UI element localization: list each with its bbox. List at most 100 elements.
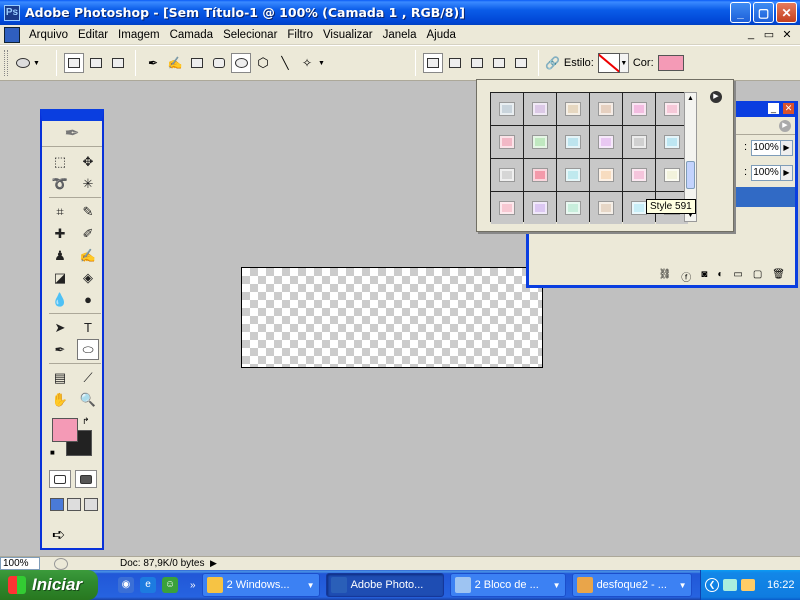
internet-explorer-icon[interactable]: e bbox=[140, 577, 156, 593]
ellipse-tool-icon[interactable]: ⬭ bbox=[77, 339, 99, 360]
quick-launch-app-icon[interactable]: ◉ bbox=[118, 577, 134, 593]
adjustment-layer-icon[interactable]: ◐ bbox=[717, 269, 723, 283]
maximize-button[interactable]: ▢ bbox=[753, 2, 774, 23]
doc-restore-button[interactable]: ▭ bbox=[762, 28, 776, 41]
menu-janela[interactable]: Janela bbox=[378, 29, 422, 41]
taskbar-task-button[interactable]: Adobe Photo... bbox=[325, 573, 444, 597]
exclude-shape-button[interactable] bbox=[511, 53, 531, 73]
crop-tool-icon[interactable]: ⌗ bbox=[49, 201, 71, 222]
fill-input[interactable]: 100% bbox=[751, 165, 781, 181]
messenger-icon[interactable]: ☺ bbox=[162, 577, 178, 593]
foreground-color[interactable] bbox=[52, 418, 78, 442]
style-swatch-cell[interactable] bbox=[557, 192, 589, 224]
style-swatch-cell[interactable] bbox=[524, 159, 556, 191]
menu-camada[interactable]: Camada bbox=[165, 29, 218, 41]
swap-colors-icon[interactable]: ↱ bbox=[82, 416, 90, 427]
style-swatch-cell[interactable] bbox=[557, 159, 589, 191]
standard-mode-button[interactable] bbox=[49, 470, 71, 488]
history-brush-tool-icon[interactable]: ✍ bbox=[77, 245, 99, 266]
style-swatch-cell[interactable] bbox=[491, 192, 523, 224]
start-button[interactable]: Iniciar bbox=[0, 570, 98, 600]
pen-tool-icon[interactable]: ✒ bbox=[49, 339, 71, 360]
menu-selecionar[interactable]: Selecionar bbox=[218, 29, 282, 41]
ellipse-button[interactable] bbox=[231, 53, 251, 73]
fill-arrow-icon[interactable]: ▶ bbox=[781, 165, 793, 181]
color-swatch[interactable] bbox=[657, 55, 684, 71]
add-shape-button[interactable] bbox=[445, 53, 465, 73]
options-grip[interactable] bbox=[4, 50, 8, 76]
document-canvas[interactable] bbox=[241, 267, 543, 368]
marquee-tool-icon[interactable]: ⬚ bbox=[49, 151, 71, 172]
scroll-up-icon[interactable]: ▲ bbox=[685, 93, 696, 104]
move-tool-icon[interactable]: ✥ bbox=[77, 151, 99, 172]
eraser-tool-icon[interactable]: ◪ bbox=[49, 267, 71, 288]
feather-logo-icon[interactable]: ✒ bbox=[42, 121, 102, 147]
new-layer-icon[interactable]: ▢ bbox=[753, 269, 762, 283]
full-screen-button[interactable] bbox=[84, 498, 98, 511]
style-swatch-cell[interactable] bbox=[524, 126, 556, 158]
style-swatch-cell[interactable] bbox=[491, 126, 523, 158]
new-group-icon[interactable]: ▭ bbox=[733, 269, 742, 283]
clone-stamp-tool-icon[interactable]: ♟ bbox=[49, 245, 71, 266]
paint-bucket-tool-icon[interactable]: ◈ bbox=[77, 267, 99, 288]
rounded-rectangle-button[interactable] bbox=[209, 53, 229, 73]
line-button[interactable]: ╲ bbox=[275, 53, 295, 73]
custom-shape-button[interactable]: ✧ bbox=[297, 53, 317, 73]
lasso-tool-icon[interactable]: ➰ bbox=[49, 173, 71, 194]
layer-mask-icon[interactable]: ◙ bbox=[701, 269, 707, 283]
shape-layers-button[interactable] bbox=[64, 53, 84, 73]
scroll-thumb[interactable] bbox=[686, 161, 695, 189]
taskbar-task-button[interactable]: desfoque2 - ... ▼ bbox=[571, 573, 692, 597]
polygon-button[interactable]: ⬡ bbox=[253, 53, 273, 73]
slice-tool-icon[interactable]: ✎ bbox=[77, 201, 99, 222]
default-colors-icon[interactable]: ■ bbox=[50, 448, 55, 457]
freeform-pen-button[interactable]: ✍ bbox=[165, 53, 185, 73]
brush-tool-icon[interactable]: ✐ bbox=[77, 223, 99, 244]
menu-filtro[interactable]: Filtro bbox=[282, 29, 318, 41]
hand-tool-icon[interactable]: ✋ bbox=[49, 389, 71, 410]
menu-imagem[interactable]: Imagem bbox=[113, 29, 165, 41]
custom-shape-dropdown-icon[interactable]: ▼ bbox=[318, 60, 325, 67]
notes-tool-icon[interactable]: ▤ bbox=[49, 367, 71, 388]
create-new-shape-button[interactable] bbox=[422, 53, 443, 73]
opacity-arrow-icon[interactable]: ▶ bbox=[781, 140, 793, 156]
eyedropper-tool-icon[interactable]: ⟋ bbox=[77, 367, 99, 388]
paths-button[interactable] bbox=[86, 53, 106, 73]
doc-minimize-button[interactable]: _ bbox=[744, 28, 758, 41]
doc-close-button[interactable]: ✕ bbox=[780, 28, 794, 41]
document-icon[interactable] bbox=[4, 26, 20, 43]
layer-style-icon[interactable]: ⓕ bbox=[681, 269, 691, 284]
layers-close-button[interactable]: ✕ bbox=[782, 102, 795, 115]
menu-visualizar[interactable]: Visualizar bbox=[318, 29, 378, 41]
intersect-shape-button[interactable] bbox=[489, 53, 509, 73]
tool-preset-picker[interactable]: ▼ bbox=[16, 52, 50, 74]
opacity-input[interactable]: 100% bbox=[751, 140, 781, 156]
style-swatch-cell[interactable] bbox=[557, 93, 589, 125]
blur-tool-icon[interactable]: 💧 bbox=[49, 289, 71, 310]
menu-ajuda[interactable]: Ajuda bbox=[422, 29, 461, 41]
rectangle-button[interactable] bbox=[187, 53, 207, 73]
trash-icon[interactable]: 🗑 bbox=[772, 269, 785, 283]
full-screen-menu-button[interactable] bbox=[67, 498, 81, 511]
minimize-button[interactable]: _ bbox=[730, 2, 751, 23]
style-swatch-cell[interactable] bbox=[491, 93, 523, 125]
fill-pixels-button[interactable] bbox=[108, 53, 128, 73]
style-swatch-cell[interactable] bbox=[524, 192, 556, 224]
style-swatch-cell[interactable] bbox=[491, 159, 523, 191]
style-swatch-cell[interactable] bbox=[623, 126, 655, 158]
taskbar-task-button[interactable]: 2 Windows... ▼ bbox=[201, 573, 320, 597]
menu-editar[interactable]: Editar bbox=[73, 29, 113, 41]
zoom-tool-icon[interactable]: 🔍 bbox=[77, 389, 99, 410]
network-icon[interactable] bbox=[723, 579, 737, 591]
menu-arquivo[interactable]: Arquivo bbox=[24, 29, 73, 41]
layers-menu-icon[interactable]: ▶ bbox=[779, 120, 791, 132]
pen-button[interactable]: ✒ bbox=[143, 53, 163, 73]
link-layers-icon[interactable]: ⛓ bbox=[659, 269, 672, 283]
photoshop-app-icon[interactable]: Ps bbox=[4, 4, 20, 21]
style-swatch-cell[interactable] bbox=[557, 126, 589, 158]
style-swatch-cell[interactable] bbox=[590, 192, 622, 224]
style-swatch-cell[interactable] bbox=[623, 159, 655, 191]
path-selection-tool-icon[interactable]: ➤ bbox=[49, 317, 71, 338]
type-tool-icon[interactable]: T bbox=[77, 317, 99, 338]
magic-wand-tool-icon[interactable]: ✳ bbox=[77, 173, 99, 194]
